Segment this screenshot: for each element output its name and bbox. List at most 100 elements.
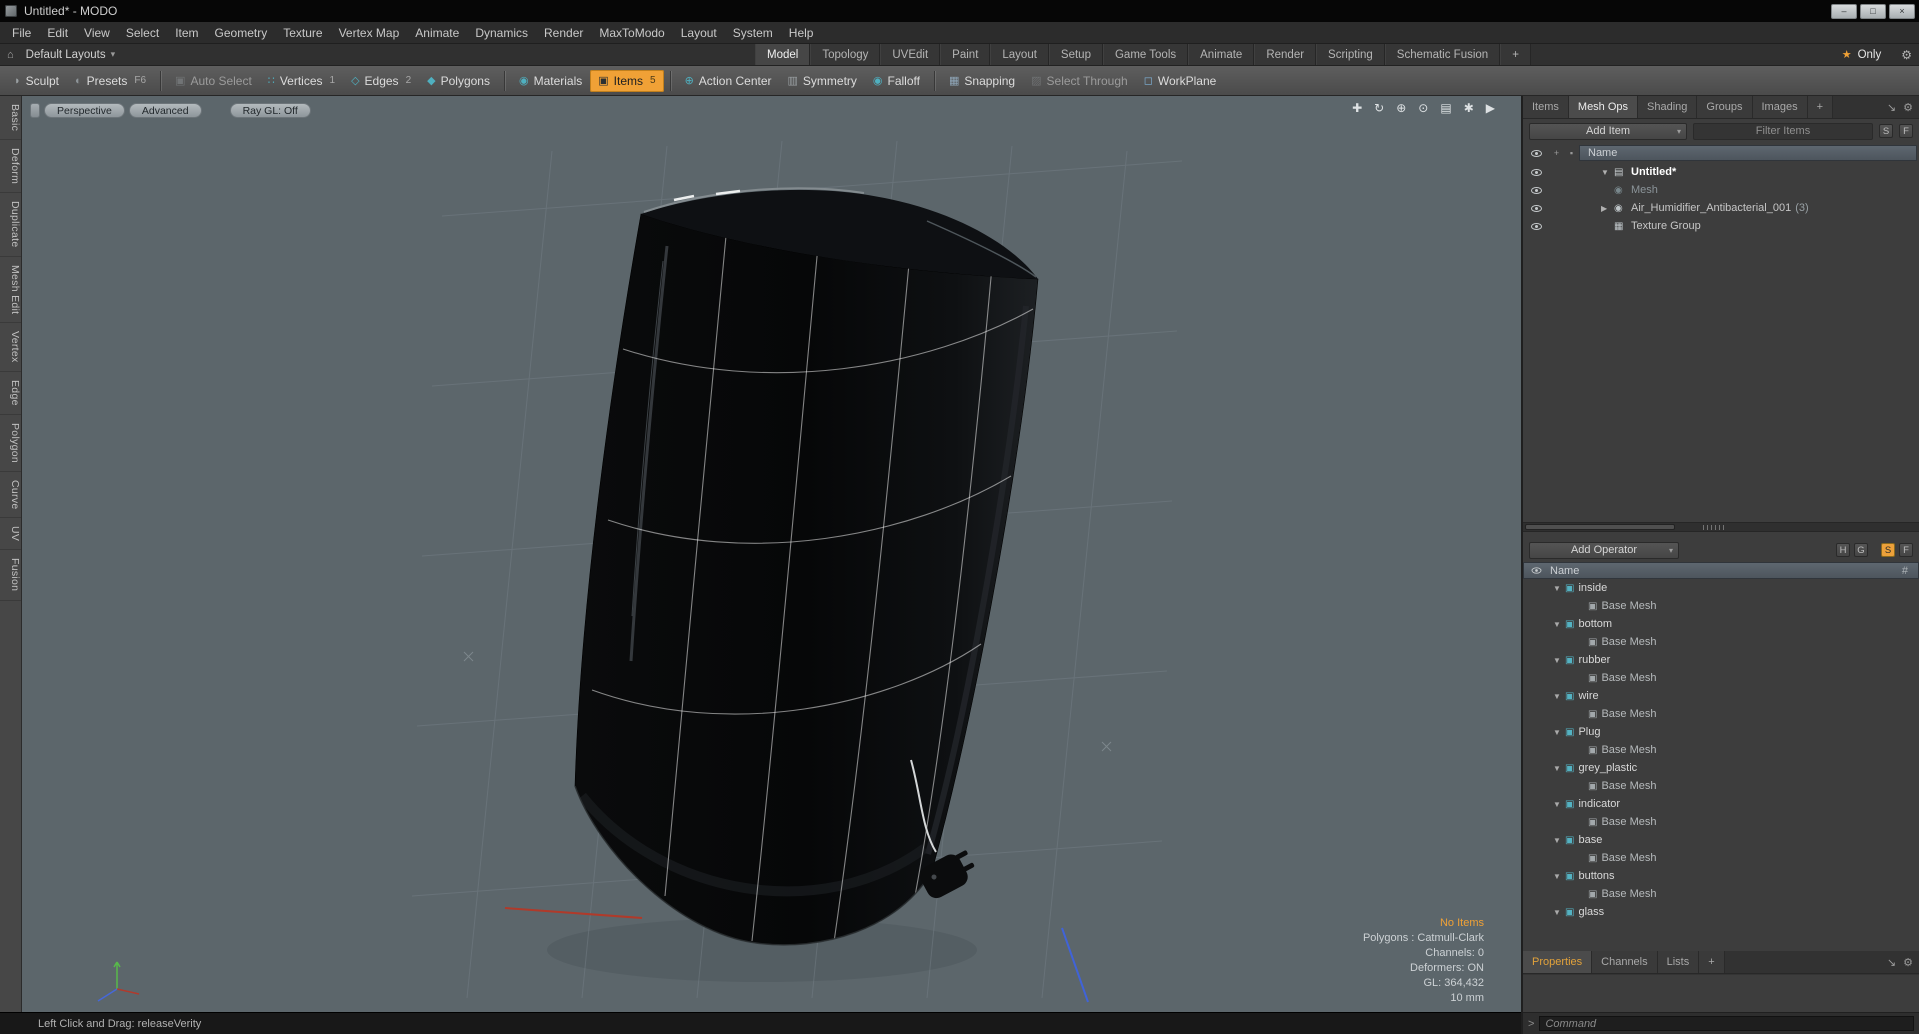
menu-texture[interactable]: Texture: [275, 22, 330, 43]
sidebar-tab-vertex[interactable]: Vertex: [0, 323, 21, 372]
operator-bottom[interactable]: ▼ ▣ bottom: [1523, 615, 1919, 633]
tab-model[interactable]: Model: [755, 44, 811, 65]
scrollbar-thumb[interactable]: [1525, 524, 1675, 530]
tree-item-untitled-[interactable]: ▼ ▤ Untitled*: [1523, 163, 1919, 181]
tab-topology[interactable]: Topology: [810, 44, 881, 65]
base-mesh-item[interactable]: ▣ Base Mesh: [1523, 813, 1919, 831]
symmetry-button[interactable]: ▥ Symmetry: [780, 70, 865, 92]
h-filter-button[interactable]: H: [1836, 543, 1850, 557]
orbit-icon[interactable]: ↻: [1374, 101, 1384, 115]
tab-uvedit[interactable]: UVEdit: [880, 44, 941, 65]
disclosure-icon[interactable]: ▼: [1553, 800, 1565, 809]
operator-grey-plastic[interactable]: ▼ ▣ grey_plastic: [1523, 759, 1919, 777]
base-mesh-item[interactable]: ▣ Base Mesh: [1523, 633, 1919, 651]
panel-tab-images[interactable]: Images: [1752, 96, 1808, 118]
falloff-button[interactable]: ◉ Falloff: [865, 70, 928, 92]
f-button[interactable]: F: [1899, 124, 1913, 138]
bottom-tab-channels[interactable]: Channels: [1592, 951, 1658, 973]
sidebar-tab-edge[interactable]: Edge: [0, 372, 21, 415]
action-center-button[interactable]: ⊕ Action Center: [677, 70, 780, 92]
menu-select[interactable]: Select: [118, 22, 167, 43]
gear-icon[interactable]: ⚙: [1903, 101, 1913, 114]
viewport-thumb[interactable]: [30, 103, 40, 118]
menu-dynamics[interactable]: Dynamics: [467, 22, 536, 43]
operator-indicator[interactable]: ▼ ▣ indicator: [1523, 795, 1919, 813]
eye-icon[interactable]: [1530, 222, 1542, 230]
zoom-icon[interactable]: ⊕: [1396, 101, 1406, 115]
command-input[interactable]: [1539, 1016, 1914, 1031]
g-filter-button[interactable]: G: [1854, 543, 1868, 557]
tree-item-air-humidifier-antibacterial-001[interactable]: ▶ ◉ Air_Humidifier_Antibacterial_001 (3): [1523, 199, 1919, 217]
menu-system[interactable]: System: [725, 22, 781, 43]
base-mesh-item[interactable]: ▣ Base Mesh: [1523, 705, 1919, 723]
menu-vertex-map[interactable]: Vertex Map: [331, 22, 408, 43]
visibility-eye-icon[interactable]: [1531, 567, 1542, 574]
viewport-advanced-button[interactable]: Advanced: [128, 103, 202, 118]
close-icon[interactable]: ×: [1889, 3, 1915, 19]
visibility-eye-icon[interactable]: [1530, 149, 1542, 157]
operator-wire[interactable]: ▼ ▣ wire: [1523, 687, 1919, 705]
play-icon[interactable]: ▶: [1486, 101, 1495, 115]
edges-button[interactable]: ◇ Edges 2: [343, 70, 419, 92]
workplane-button[interactable]: ◻ WorkPlane: [1136, 70, 1225, 92]
disclosure-icon[interactable]: ▶: [1601, 204, 1614, 213]
disclosure-icon[interactable]: ▼: [1553, 836, 1565, 845]
sidebar-tab-duplicate[interactable]: Duplicate: [0, 193, 21, 257]
operator-plug[interactable]: ▼ ▣ Plug: [1523, 723, 1919, 741]
tab-render[interactable]: Render: [1254, 44, 1317, 65]
select-through-button[interactable]: ▨ Select Through: [1023, 70, 1136, 92]
settings-icon[interactable]: ✱: [1464, 101, 1474, 115]
expand-icon[interactable]: ↘: [1887, 956, 1896, 969]
panel-tab-items[interactable]: Items: [1523, 96, 1569, 118]
menu-help[interactable]: Help: [781, 22, 822, 43]
tab-animate[interactable]: Animate: [1188, 44, 1255, 65]
magnify-icon[interactable]: ⊙: [1418, 101, 1428, 115]
sidebar-tab-basic[interactable]: Basic: [0, 96, 21, 141]
panel-tab-mesh-ops[interactable]: Mesh Ops: [1568, 96, 1639, 118]
disclosure-icon[interactable]: ▼: [1553, 908, 1565, 917]
s-button[interactable]: S: [1879, 124, 1893, 138]
snapping-button[interactable]: ▦ Snapping: [941, 70, 1023, 92]
disclosure-icon[interactable]: ▼: [1553, 584, 1565, 593]
sidebar-tab-curve[interactable]: Curve: [0, 472, 21, 519]
viewport-3d[interactable]: Perspective Advanced Ray GL: Off ✚ ↻ ⊕ ⊙ ▤ ✱ ▶ N…: [22, 96, 1521, 1012]
eye-icon[interactable]: [1530, 204, 1542, 212]
sidebar-tab-polygon[interactable]: Polygon: [0, 415, 21, 472]
filter-items-input[interactable]: [1693, 122, 1873, 140]
menu-view[interactable]: View: [76, 22, 118, 43]
only-toggle[interactable]: Only: [1858, 49, 1882, 61]
base-mesh-item[interactable]: ▣ Base Mesh: [1523, 849, 1919, 867]
add-bottom-tab[interactable]: +: [1699, 951, 1725, 973]
items-button[interactable]: ▣ Items 5: [590, 69, 664, 92]
f-filter-button[interactable]: F: [1899, 543, 1913, 557]
maximize-icon[interactable]: □: [1860, 3, 1886, 19]
base-mesh-item[interactable]: ▣ Base Mesh: [1523, 741, 1919, 759]
s-filter-button[interactable]: S: [1881, 543, 1895, 557]
vertices-button[interactable]: ∷ Vertices 1: [260, 70, 343, 92]
bottom-tab-lists[interactable]: Lists: [1657, 951, 1700, 973]
disclosure-icon[interactable]: ▼: [1601, 168, 1614, 177]
menu-render[interactable]: Render: [536, 22, 591, 43]
tab-layout[interactable]: Layout: [990, 44, 1049, 65]
panel-tab-shading[interactable]: Shading: [1638, 96, 1698, 118]
add-panel-tab[interactable]: +: [1807, 96, 1834, 118]
tree-item-texture-group[interactable]: ▦ Texture Group: [1523, 217, 1919, 235]
disclosure-icon[interactable]: ▼: [1553, 764, 1565, 773]
base-mesh-item[interactable]: ▣ Base Mesh: [1523, 669, 1919, 687]
menu-file[interactable]: File: [4, 22, 39, 43]
eye-icon[interactable]: [1530, 168, 1542, 176]
disclosure-icon[interactable]: ▼: [1553, 692, 1565, 701]
operator-inside[interactable]: ▼ ▣ inside: [1523, 579, 1919, 597]
pan-icon[interactable]: ✚: [1352, 101, 1362, 115]
horizontal-scrollbar[interactable]: [1523, 522, 1919, 532]
menu-layout[interactable]: Layout: [673, 22, 725, 43]
disclosure-icon[interactable]: ▼: [1553, 728, 1565, 737]
disclosure-icon[interactable]: ▼: [1553, 656, 1565, 665]
filter-column-icon[interactable]: ▪: [1564, 148, 1579, 158]
tree-item-mesh[interactable]: ◉ Mesh: [1523, 181, 1919, 199]
add-item-dropdown[interactable]: Add Item ▾: [1529, 122, 1687, 140]
menu-maxtomodo[interactable]: MaxToModo: [591, 22, 672, 43]
menu-edit[interactable]: Edit: [39, 22, 76, 43]
base-mesh-item[interactable]: ▣ Base Mesh: [1523, 597, 1919, 615]
menu-geometry[interactable]: Geometry: [207, 22, 276, 43]
